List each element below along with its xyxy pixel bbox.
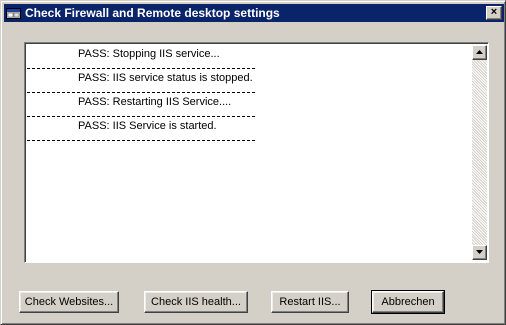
app-window-icon xyxy=(6,6,22,20)
dialog-window: Check Firewall and Remote desktop settin… xyxy=(0,0,506,325)
log-line-text: PASS: IIS Service is started. xyxy=(78,120,217,132)
close-icon: × xyxy=(490,6,498,18)
log-content: PASS: Stopping IIS service... PASS: IIS … xyxy=(27,45,471,141)
scroll-up-button[interactable] xyxy=(472,45,487,60)
log-line-text: PASS: IIS service status is stopped. xyxy=(78,72,253,84)
vertical-scrollbar[interactable] xyxy=(472,45,487,260)
log-list[interactable]: PASS: Stopping IIS service... PASS: IIS … xyxy=(24,42,489,263)
check-websites-button[interactable]: Check Websites... xyxy=(19,291,119,313)
check-iis-health-button[interactable]: Check IIS health... xyxy=(144,291,248,313)
list-item: PASS: IIS service status is stopped. xyxy=(27,69,255,93)
list-item: PASS: IIS Service is started. xyxy=(27,117,255,141)
close-button[interactable]: × xyxy=(486,6,502,20)
window-title: Check Firewall and Remote desktop settin… xyxy=(25,6,280,20)
title-bar[interactable]: Check Firewall and Remote desktop settin… xyxy=(4,4,504,22)
list-item: PASS: Restarting IIS Service.... xyxy=(27,93,255,117)
restart-iis-button[interactable]: Restart IIS... xyxy=(271,291,349,313)
list-item: PASS: Stopping IIS service... xyxy=(27,45,255,69)
arrow-up-icon xyxy=(476,50,483,54)
scroll-down-button[interactable] xyxy=(472,245,487,260)
cancel-button[interactable]: Abbrechen xyxy=(371,290,445,314)
log-line-text: PASS: Stopping IIS service... xyxy=(78,48,220,60)
arrow-down-icon xyxy=(476,250,483,254)
log-line-text: PASS: Restarting IIS Service.... xyxy=(78,96,232,108)
